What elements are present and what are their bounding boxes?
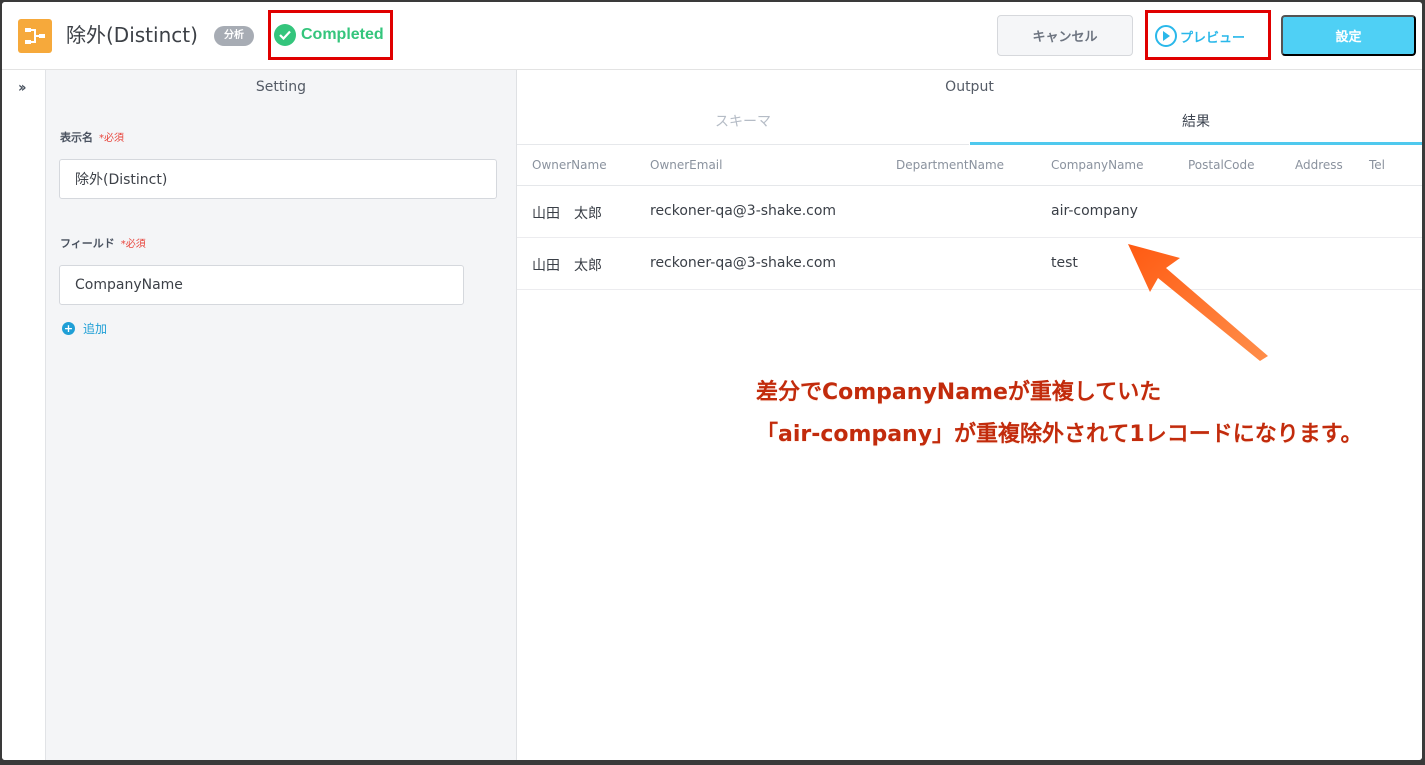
status-indicator: Completed	[274, 22, 384, 48]
table-header: OwnerName OwnerEmail DepartmentName Comp…	[517, 146, 1422, 186]
tab-result[interactable]: 結果	[970, 102, 1422, 145]
header: 除外(Distinct) 分析 Completed キャンセル プレビュー 設定	[2, 2, 1422, 70]
column-header[interactable]: Tel	[1369, 158, 1385, 172]
left-collapsed-strip: ››	[2, 70, 46, 760]
play-icon	[1155, 25, 1177, 47]
column-header[interactable]: OwnerEmail	[650, 158, 722, 172]
add-label: 追加	[83, 322, 108, 336]
table-cell: 山田 太郎	[532, 258, 602, 274]
column-header[interactable]: CompanyName	[1051, 158, 1144, 172]
annotation-arrow-icon	[1128, 244, 1268, 361]
table-cell: 山田 太郎	[532, 206, 602, 222]
cancel-button[interactable]: キャンセル	[997, 15, 1133, 56]
annotation-line: 「air-company」が重複除外されて1レコードになります。	[756, 422, 1363, 447]
table-row: 山田 太郎 reckoner-qa@3-shake.com test	[517, 238, 1422, 290]
check-circle-icon	[274, 24, 296, 46]
add-field-button[interactable]: + 追加	[62, 320, 107, 337]
expand-chevron-icon[interactable]: ››	[18, 80, 26, 96]
annotation-text: 差分でCompanyNameが重複していた 「air-company」が重複除外…	[756, 372, 1363, 456]
category-badge: 分析	[214, 26, 254, 46]
table-cell: reckoner-qa@3-shake.com	[650, 255, 837, 271]
preview-button[interactable]: プレビュー	[1155, 19, 1245, 53]
plus-circle-icon: +	[62, 322, 75, 335]
field-label: フィールド *必須	[60, 235, 146, 251]
status-text: Completed	[301, 26, 384, 43]
required-mark: *必須	[99, 133, 124, 144]
setting-panel-title: Setting	[255, 79, 307, 95]
display-name-input[interactable]: 除外(Distinct)	[59, 159, 497, 199]
distinct-node-icon	[18, 19, 52, 53]
output-panel-title: Output	[945, 79, 994, 95]
table-cell: air-company	[1051, 203, 1138, 219]
column-header[interactable]: DepartmentName	[896, 158, 1004, 172]
column-header[interactable]: Address	[1295, 158, 1343, 172]
tab-schema[interactable]: スキーマ	[517, 102, 969, 145]
settings-button[interactable]: 設定	[1281, 15, 1416, 56]
display-name-label-text: 表示名	[60, 131, 93, 144]
annotation-line: 差分でCompanyNameが重複していた	[756, 380, 1162, 405]
page-title: 除外(Distinct)	[66, 23, 198, 47]
field-select[interactable]: CompanyName	[59, 265, 464, 305]
display-name-label: 表示名 *必須	[60, 129, 124, 145]
app-window: 除外(Distinct) 分析 Completed キャンセル プレビュー 設定…	[2, 2, 1422, 760]
table-cell: test	[1051, 255, 1078, 271]
preview-label: プレビュー	[1180, 30, 1246, 46]
setting-panel: Setting 表示名 *必須 除外(Distinct) フィールド *必須 Com…	[46, 70, 517, 760]
required-mark: *必須	[120, 239, 146, 250]
table-row: 山田 太郎 reckoner-qa@3-shake.com air-compan…	[517, 186, 1422, 238]
column-header[interactable]: OwnerName	[532, 158, 607, 172]
table-cell: reckoner-qa@3-shake.com	[650, 203, 837, 219]
column-header[interactable]: PostalCode	[1188, 158, 1255, 172]
field-label-text: フィールド	[60, 237, 115, 250]
